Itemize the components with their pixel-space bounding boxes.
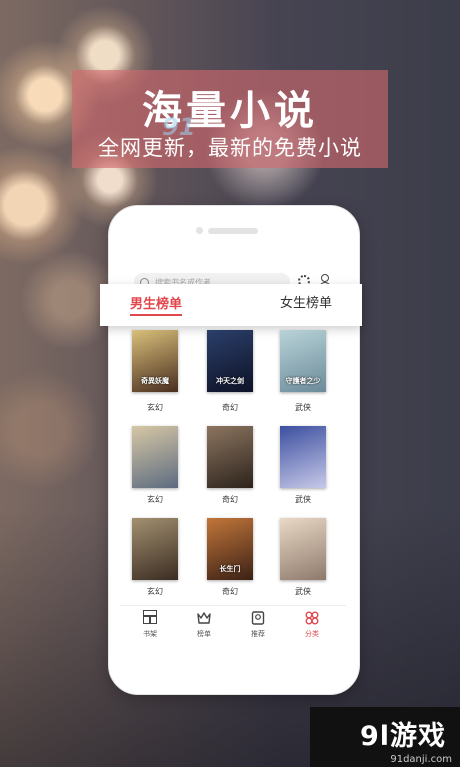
book-cover-title: 守護者之少 — [285, 377, 321, 385]
book-genre: 武侠 — [295, 495, 311, 504]
book-genre: 玄幻 — [147, 403, 163, 412]
nav-ranking[interactable]: 榜单 — [184, 610, 224, 639]
book-cover-title: 长生门 — [219, 565, 241, 573]
promo-subline: 全网更新，最新的免费小说 — [98, 136, 362, 160]
nav-label: 分类 — [305, 630, 319, 638]
book-cover[interactable]: 冲天之剑 — [207, 330, 253, 392]
book-cover[interactable] — [132, 426, 178, 488]
book-cover[interactable]: 奇異妖魔 — [132, 330, 178, 392]
nav-label: 书架 — [143, 630, 157, 638]
book-cover[interactable]: 守護者之少 — [280, 330, 326, 392]
book-cover[interactable]: 长生门 — [207, 518, 253, 580]
nav-label: 推荐 — [251, 630, 265, 638]
active-tab-indicator — [130, 314, 182, 316]
book-genre: 奇幻 — [222, 403, 238, 412]
book-cover-title: 冲天之剑 — [216, 377, 244, 385]
book-cover[interactable] — [280, 518, 326, 580]
book-genre: 玄幻 — [147, 495, 163, 504]
book-cover[interactable] — [132, 518, 178, 580]
nav-category[interactable]: 分类 — [292, 610, 332, 639]
book-cover[interactable] — [207, 426, 253, 488]
book-genre: 奇幻 — [222, 587, 238, 596]
watermark-logo: 9l游戏 — [359, 721, 446, 752]
watermark-url: 91danji.com — [390, 754, 452, 765]
book-cover[interactable] — [280, 426, 326, 488]
book-genre: 奇幻 — [222, 495, 238, 504]
category-icon — [305, 610, 319, 625]
book-genre: 玄幻 — [147, 587, 163, 596]
tab-male-ranking[interactable]: 男生榜单 — [130, 293, 182, 312]
nav-recommend[interactable]: 推荐 — [238, 610, 278, 639]
phone-speaker — [208, 228, 258, 234]
promo-headline: 海量小说 — [142, 88, 318, 134]
book-genre: 武侠 — [295, 403, 311, 412]
book-cover-title: 奇異妖魔 — [141, 377, 169, 385]
crown-icon — [197, 610, 211, 624]
tab-female-ranking[interactable]: 女生榜单 — [280, 292, 332, 311]
bookshelf-icon — [143, 610, 157, 624]
book-genre: 武侠 — [295, 587, 311, 596]
phone-camera — [196, 227, 203, 234]
nav-label: 榜单 — [197, 630, 211, 638]
recommend-icon — [251, 610, 265, 625]
nav-bookshelf[interactable]: 书架 — [130, 610, 170, 639]
